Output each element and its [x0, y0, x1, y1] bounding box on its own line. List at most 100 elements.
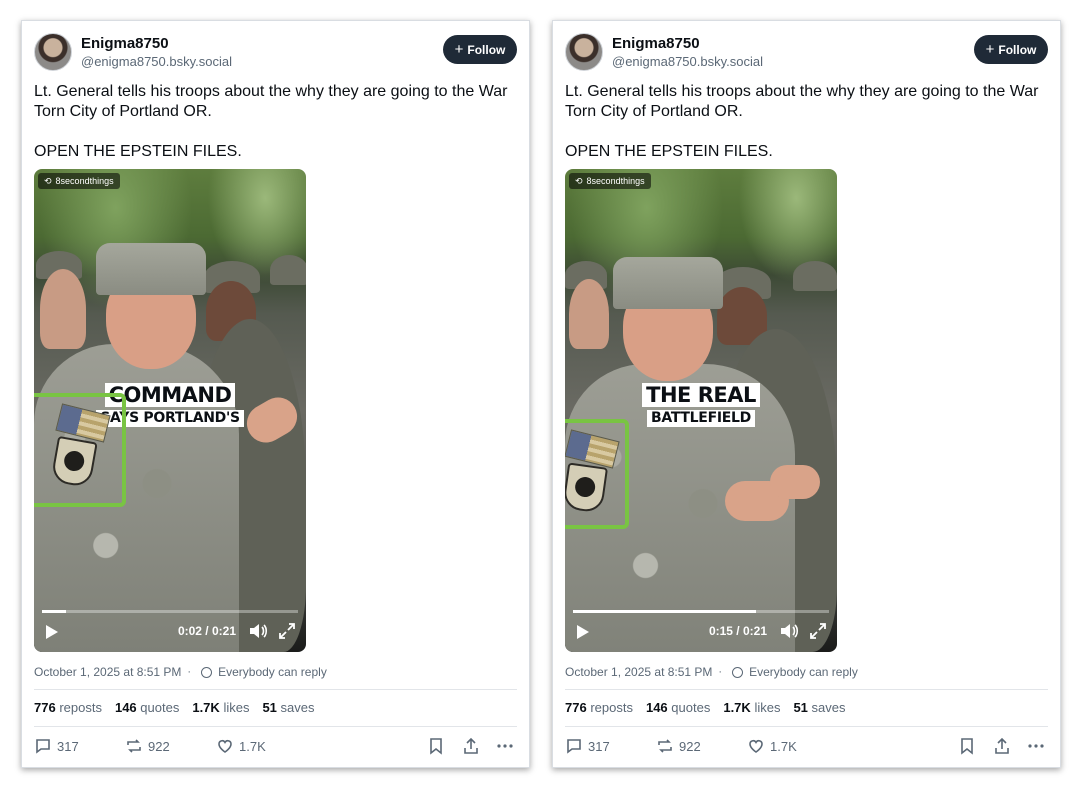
more-button[interactable]	[496, 737, 514, 755]
divider	[565, 689, 1048, 690]
post-text-line: Lt. General tells his troops about the w…	[565, 83, 1039, 120]
general-cap	[96, 243, 206, 295]
bookmark-button[interactable]	[428, 737, 444, 755]
play-icon[interactable]	[46, 625, 58, 639]
post-actions: 317 922 1.7K	[565, 737, 1048, 757]
follow-button[interactable]: + Follow	[443, 35, 517, 64]
post-text: Lt. General tells his troops about the w…	[34, 82, 514, 162]
post-text: Lt. General tells his troops about the w…	[565, 82, 1045, 162]
like-count: 1.7K	[770, 738, 797, 754]
repost-button[interactable]: 922	[656, 737, 701, 755]
timestamp[interactable]: October 1, 2025 at 8:51 PM	[565, 665, 712, 679]
like-button[interactable]: 1.7K	[216, 737, 266, 755]
saves-stat[interactable]: 51 saves	[262, 700, 314, 715]
avatar[interactable]	[565, 33, 603, 71]
divider	[34, 726, 517, 727]
plus-icon: +	[985, 41, 995, 58]
globe-icon	[201, 666, 213, 678]
video-player[interactable]: ⟲ 8secondthings COMMAND SAYS PORTLAND'S …	[34, 169, 306, 652]
likes-stat[interactable]: 1.7K likes	[723, 700, 780, 715]
video-time: 0:15 / 0:21	[708, 624, 767, 638]
post-actions: 317 922 1.7K	[34, 737, 517, 757]
quotes-stat[interactable]: 146 quotes	[115, 700, 179, 715]
source-tag-label: 8secondthings	[55, 176, 114, 186]
source-tag: ⟲ 8secondthings	[38, 173, 120, 189]
progress-bar[interactable]	[573, 610, 829, 613]
avatar[interactable]	[34, 33, 72, 71]
reply-count: 317	[57, 738, 79, 754]
like-icon	[749, 740, 763, 753]
reply-button[interactable]: 317	[34, 737, 79, 755]
post-meta: October 1, 2025 at 8:51 PM · Everybody c…	[565, 665, 858, 679]
timestamp[interactable]: October 1, 2025 at 8:51 PM	[34, 665, 181, 679]
reply-setting: Everybody can reply	[749, 665, 858, 679]
reposts-stat[interactable]: 776 reposts	[565, 700, 633, 715]
volume-icon[interactable]	[248, 622, 268, 640]
fullscreen-icon[interactable]	[809, 622, 827, 640]
general-hand	[770, 465, 820, 499]
divider	[34, 689, 517, 690]
globe-icon	[732, 666, 744, 678]
soldier-face	[40, 269, 86, 349]
likes-stat[interactable]: 1.7K likes	[192, 700, 249, 715]
soldier-helmet	[793, 261, 837, 291]
play-icon[interactable]	[577, 625, 589, 639]
author-handle[interactable]: @enigma8750.bsky.social	[612, 54, 763, 69]
caption-line1: THE REAL	[642, 383, 760, 407]
like-button[interactable]: 1.7K	[747, 737, 797, 755]
repost-icon: ⟲	[575, 176, 583, 186]
general-cap	[613, 257, 723, 309]
video-controls: 0:15 / 0:21	[565, 606, 837, 652]
post-stats: 776 reposts 146 quotes 1.7K likes 51 sav…	[34, 700, 315, 715]
volume-icon[interactable]	[779, 622, 799, 640]
progress-fill	[42, 610, 67, 613]
post-stats: 776 reposts 146 quotes 1.7K likes 51 sav…	[565, 700, 846, 715]
follow-label: Follow	[467, 42, 506, 57]
quotes-stat[interactable]: 146 quotes	[646, 700, 710, 715]
like-count: 1.7K	[239, 738, 266, 754]
share-icon	[464, 737, 478, 754]
reply-setting: Everybody can reply	[218, 665, 327, 679]
share-button[interactable]	[993, 737, 1011, 755]
author-name[interactable]: Enigma8750	[81, 35, 169, 52]
source-tag-label: 8secondthings	[586, 176, 645, 186]
bookmark-icon	[430, 738, 442, 755]
repost-button[interactable]: 922	[125, 737, 170, 755]
like-icon	[218, 740, 232, 753]
progress-bar[interactable]	[42, 610, 298, 613]
separator: ·	[718, 666, 723, 678]
more-icon	[497, 744, 513, 748]
divider	[565, 726, 1048, 727]
plus-icon: +	[454, 41, 464, 58]
post-header: Enigma8750 @enigma8750.bsky.social + Fol…	[34, 33, 517, 73]
video-player[interactable]: ⟲ 8secondthings THE REAL BATTLEFIELD 0:1…	[565, 169, 837, 652]
soldier-helmet	[270, 255, 306, 285]
video-time: 0:02 / 0:21	[177, 624, 236, 638]
fullscreen-icon[interactable]	[278, 622, 296, 640]
video-controls: 0:02 / 0:21	[34, 606, 306, 652]
author-handle[interactable]: @enigma8750.bsky.social	[81, 54, 232, 69]
reply-count: 317	[588, 738, 610, 754]
soldier-face	[569, 279, 609, 349]
post-text-line: Lt. General tells his troops about the w…	[34, 83, 508, 120]
reposts-stat[interactable]: 776 reposts	[34, 700, 102, 715]
reply-icon	[567, 739, 581, 754]
repost-count: 922	[679, 738, 701, 754]
bookmark-button[interactable]	[959, 737, 975, 755]
author-name[interactable]: Enigma8750	[612, 35, 700, 52]
repost-icon	[127, 739, 141, 753]
repost-icon: ⟲	[44, 176, 52, 186]
bookmark-icon	[961, 738, 973, 755]
more-icon	[1028, 744, 1044, 748]
share-button[interactable]	[462, 737, 480, 755]
post-meta: October 1, 2025 at 8:51 PM · Everybody c…	[34, 665, 327, 679]
post-card: Enigma8750 @enigma8750.bsky.social + Fol…	[21, 20, 530, 768]
saves-stat[interactable]: 51 saves	[793, 700, 845, 715]
reply-button[interactable]: 317	[565, 737, 610, 755]
reply-icon	[36, 739, 50, 754]
separator: ·	[187, 666, 192, 678]
repost-icon	[658, 739, 672, 753]
follow-button[interactable]: + Follow	[974, 35, 1048, 64]
share-icon	[995, 737, 1009, 754]
more-button[interactable]	[1027, 737, 1045, 755]
